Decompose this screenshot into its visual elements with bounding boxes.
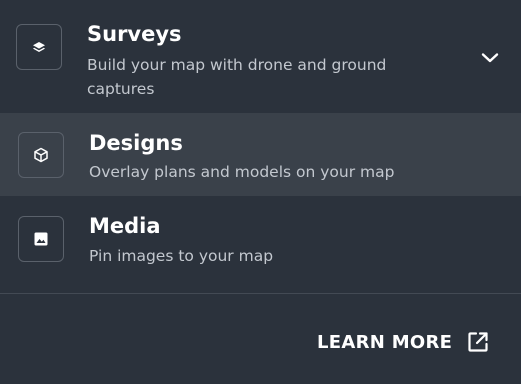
learn-more-link[interactable]: LEARN MORE xyxy=(317,326,490,358)
menu-item-title: Surveys xyxy=(87,22,182,46)
menu-item-title: Designs xyxy=(89,131,183,155)
menu-item-designs[interactable]: Designs Overlay plans and models on your… xyxy=(0,113,521,196)
add-layer-menu: Surveys Build your map with drone and gr… xyxy=(0,0,521,384)
image-icon xyxy=(18,216,64,262)
menu-item-description: Overlay plans and models on your map xyxy=(89,163,395,181)
cube-icon xyxy=(18,132,64,178)
menu-item-description: Build your map with drone and ground cap… xyxy=(87,56,387,98)
external-link-icon xyxy=(466,330,490,354)
divider xyxy=(0,293,521,294)
menu-item-title: Media xyxy=(89,214,161,238)
chevron-down-icon[interactable] xyxy=(479,47,501,69)
layers-icon xyxy=(16,24,62,70)
learn-more-label: LEARN MORE xyxy=(317,331,453,353)
menu-item-description: Pin images to your map xyxy=(89,247,274,265)
menu-item-surveys[interactable]: Surveys Build your map with drone and gr… xyxy=(0,0,521,112)
menu-item-media[interactable]: Media Pin images to your map xyxy=(0,199,521,287)
